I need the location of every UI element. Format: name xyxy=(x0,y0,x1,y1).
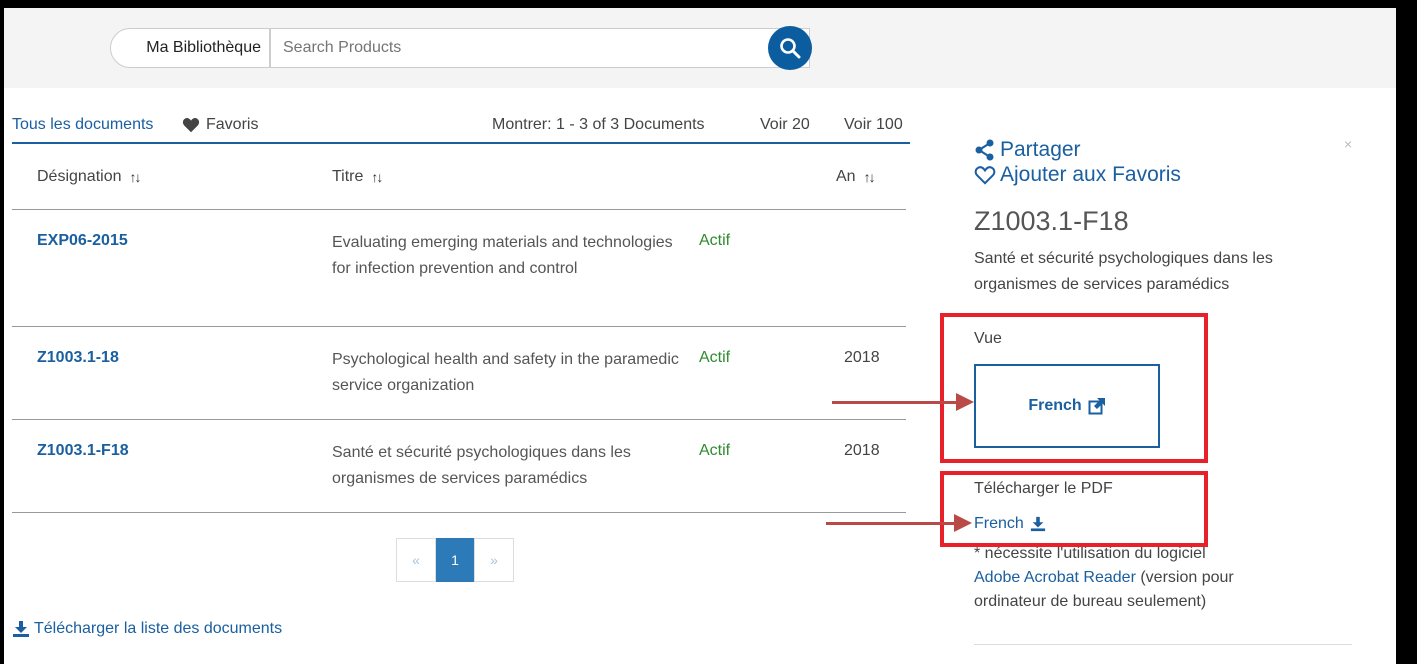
top-search-bar: Ma Bibliothèque xyxy=(4,8,1396,88)
share-label: Partager xyxy=(1000,138,1081,161)
document-description: Santé et sécurité psychologiques dans le… xyxy=(974,250,1273,293)
annotation-box-download xyxy=(940,471,1208,547)
tab-favorites-label: Favoris xyxy=(206,116,259,133)
document-id-heading: Z1003.1-F18 xyxy=(974,206,1129,236)
arrow-head-icon xyxy=(956,393,974,411)
row-2-code[interactable]: Z1003.1-18 xyxy=(37,349,119,367)
row-1-code[interactable]: EXP06-2015 xyxy=(37,232,128,250)
download-icon xyxy=(13,621,29,637)
tab-favorites[interactable]: Favoris xyxy=(182,116,258,134)
pagination: « 1 » xyxy=(396,538,514,584)
annotation-box-view xyxy=(940,313,1208,463)
arrow-head-icon xyxy=(954,514,972,532)
heart-outline-icon xyxy=(974,166,996,185)
acrobat-note: * nécessite l'utilisation du logiciel Ad… xyxy=(974,542,1294,614)
page-prev-button[interactable]: « xyxy=(396,538,436,582)
share-icon xyxy=(975,139,994,161)
show-100-link[interactable]: Voir 100 xyxy=(844,116,903,134)
header-designation[interactable]: Désignation ↑↓ xyxy=(37,168,142,186)
page-frame: Ma Bibliothèque Tous les documents Favor… xyxy=(4,8,1396,664)
add-favorite-link[interactable]: Ajouter aux Favoris xyxy=(974,163,1181,187)
annotation-arrow-view xyxy=(832,401,960,404)
search-input[interactable] xyxy=(270,28,810,68)
download-list-label: Télécharger la liste des documents xyxy=(34,620,283,637)
acrobat-reader-link[interactable]: Adobe Acrobat Reader xyxy=(974,569,1136,586)
sort-icon: ↑↓ xyxy=(129,169,142,185)
search-icon xyxy=(780,38,801,59)
show-20-link[interactable]: Voir 20 xyxy=(760,116,810,134)
header-an[interactable]: An ↑↓ xyxy=(836,168,876,186)
page-next-button[interactable]: » xyxy=(474,538,514,582)
sort-icon: ↑↓ xyxy=(863,169,876,185)
row-1-title: Evaluating emerging materials and techno… xyxy=(332,234,673,277)
tab-all-documents[interactable]: Tous les documents xyxy=(12,116,153,134)
row-3-status: Actif xyxy=(699,442,731,459)
download-list-link[interactable]: Télécharger la liste des documents xyxy=(12,620,282,638)
page-1-button[interactable]: 1 xyxy=(436,538,474,582)
annotation-arrow-download xyxy=(826,522,958,525)
library-scope-button[interactable]: Ma Bibliothèque xyxy=(110,28,270,68)
row-2-year: 2018 xyxy=(844,349,880,366)
row-divider xyxy=(12,512,906,513)
sort-icon: ↑↓ xyxy=(371,169,383,185)
tab-underline xyxy=(12,142,910,144)
panel-divider xyxy=(974,644,1352,645)
row-divider xyxy=(12,419,906,420)
row-3-title: Santé et sécurité psychologiques dans le… xyxy=(332,444,631,487)
header-designation-label: Désignation xyxy=(37,168,122,185)
tab-all-label: Tous les documents xyxy=(12,116,154,133)
row-2-title: Psychological health and safety in the p… xyxy=(332,351,679,394)
header-titre[interactable]: Titre ↑↓ xyxy=(332,168,383,186)
search-button[interactable] xyxy=(768,26,812,70)
row-divider xyxy=(12,209,906,210)
row-divider xyxy=(12,326,906,327)
note-prefix: * nécessite l'utilisation du logiciel xyxy=(974,545,1206,562)
header-titre-label: Titre xyxy=(332,168,364,185)
row-3-code[interactable]: Z1003.1-F18 xyxy=(37,442,129,460)
panel-close-button[interactable]: × xyxy=(1344,136,1352,152)
row-2-status: Actif xyxy=(699,349,731,366)
search-group: Ma Bibliothèque xyxy=(110,26,812,70)
heart-icon xyxy=(182,118,200,133)
share-link[interactable]: Partager xyxy=(974,138,1081,162)
header-an-label: An xyxy=(836,168,856,185)
add-favorite-label: Ajouter aux Favoris xyxy=(1000,163,1181,186)
row-1-status: Actif xyxy=(699,232,731,249)
result-count: Montrer: 1 - 3 of 3 Documents xyxy=(492,116,705,133)
row-3-year: 2018 xyxy=(844,442,880,459)
